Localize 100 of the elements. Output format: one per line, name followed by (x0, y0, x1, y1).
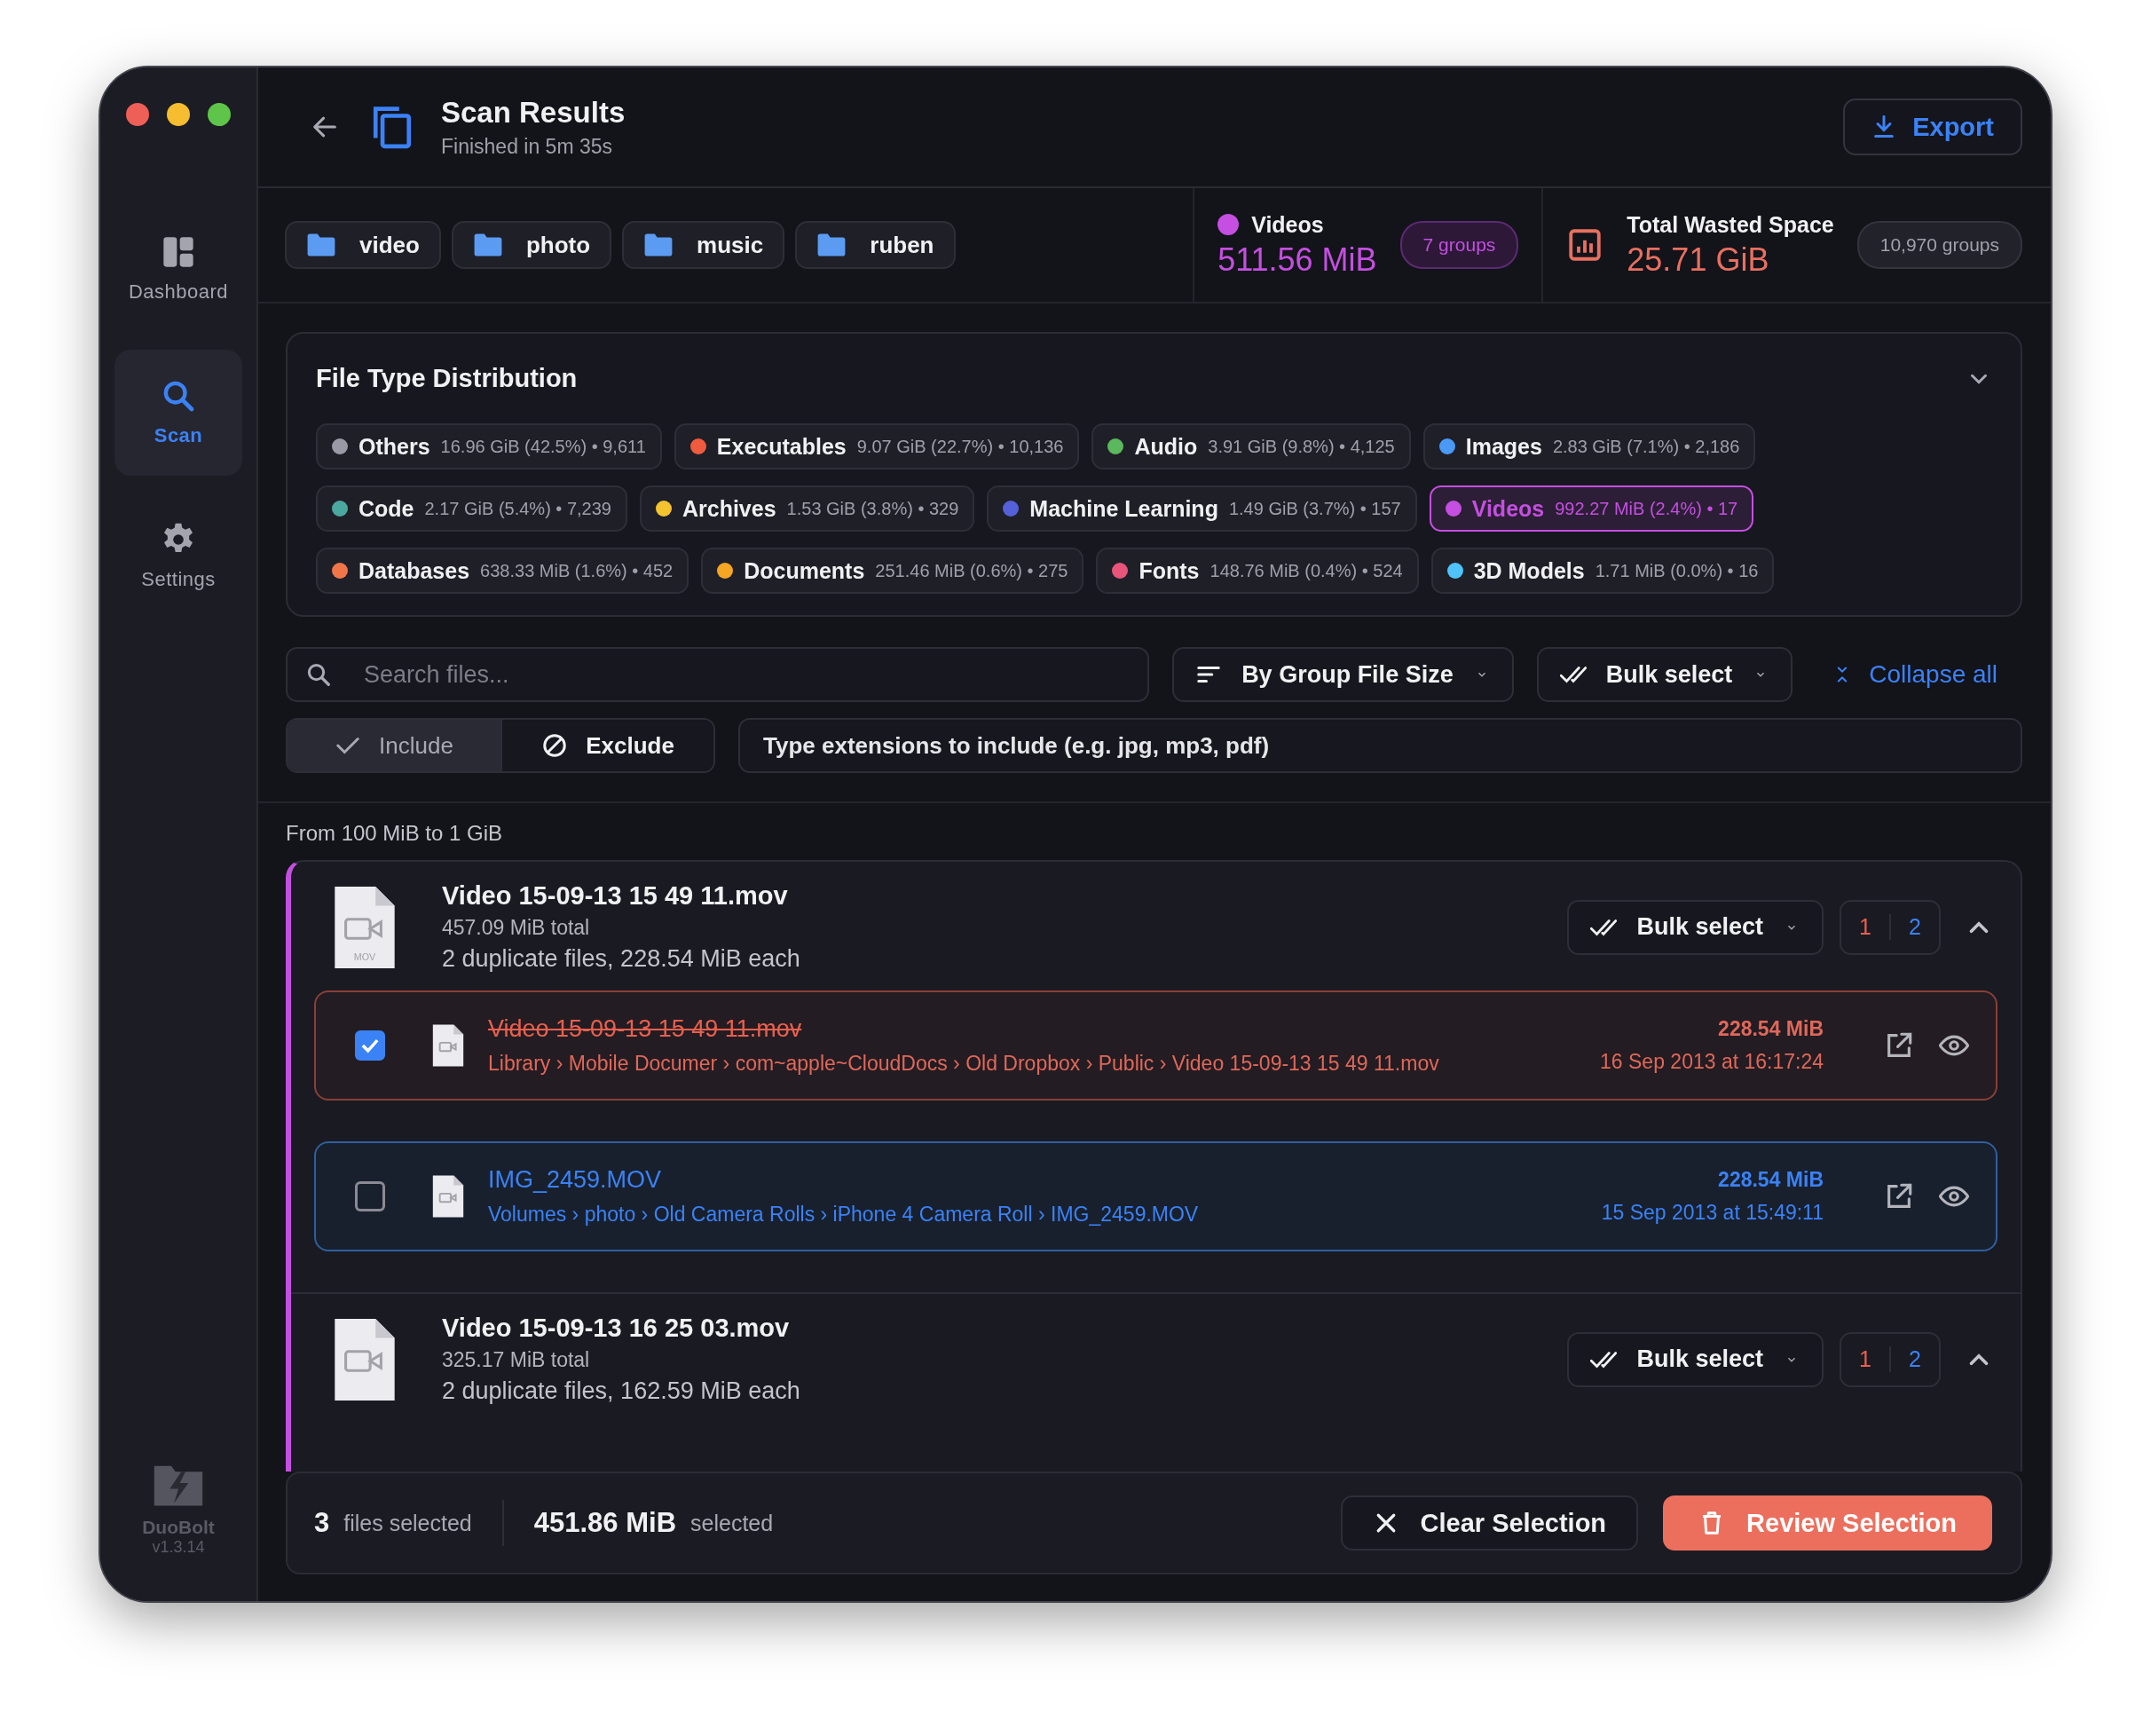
counter-number: 1 (1858, 1346, 1872, 1372)
group-total-size: 325.17 MiB total (442, 1348, 591, 1372)
selected-size-label: selected (690, 1510, 774, 1536)
sidebar-item[interactable]: Settings (114, 493, 242, 619)
counter-number: 2 (1889, 1346, 1939, 1372)
type-stats: 3.91 GiB (9.8%) • 4,125 (1208, 436, 1395, 457)
search-field[interactable]: Search files... (286, 647, 1150, 702)
video-file-icon (431, 1023, 465, 1068)
clear-selection-button[interactable]: Clear Selection (1340, 1495, 1639, 1551)
sidebar-item[interactable]: Dashboard (114, 206, 242, 332)
type-name: Images (1465, 433, 1542, 460)
sort-dropdown[interactable]: By Group File Size (1172, 647, 1514, 702)
bulk-select-dropdown[interactable]: Bulk select (1536, 647, 1793, 702)
type-name: Videos (1471, 495, 1545, 522)
duplicate-file-row[interactable]: Video 15-09-13 15 49 11.mov Library › Mobile Documer › com~apple~CloudDocs › Old Dropbox › Public › Video 15-09-13 15 49 11.mov 228.54 MiB 16 Sep 2013 at 16:17:24 (314, 990, 1997, 1101)
bulk-select-dropdown[interactable]: Bulk select (1567, 1331, 1824, 1387)
group-summary: 2 duplicate files, 228.54 MiB each (442, 945, 800, 973)
folder-chip[interactable]: ruben (795, 221, 956, 269)
file-type-chip[interactable]: Code 2.17 GiB (5.4%) • 7,239 (316, 485, 627, 532)
file-date: 15 Sep 2013 at 15:49:11 (1601, 1201, 1824, 1225)
type-stats: 992.27 MiB (2.4%) • 17 (1555, 498, 1738, 519)
type-name: Executables (716, 433, 847, 460)
selected-count: 3 (314, 1507, 330, 1539)
collapse-all-button[interactable]: Collapse all (1816, 660, 2022, 689)
extensions-field[interactable]: Type extensions to include (e.g. jpg, mp3, pdf) (738, 718, 2022, 773)
duplicate-file-row[interactable]: IMG_2459.MOV Volumes › photo › Old Camera Rolls › iPhone 4 Camera Roll › IMG_2459.MOV 228.54 MiB 15 Sep 2013 at 15:49:11 (314, 1141, 1997, 1251)
type-name: 3D Models (1473, 557, 1585, 584)
type-name: Archives (682, 495, 776, 522)
type-stats: 638.33 MiB (1.6%) • 452 (480, 560, 674, 581)
type-stats: 16.96 GiB (42.5%) • 9,611 (440, 436, 646, 457)
app-name: DuoBolt (142, 1517, 215, 1538)
folder-chip[interactable]: photo (451, 221, 612, 269)
type-stats: 251.46 MiB (0.6%) • 275 (875, 560, 1068, 581)
dashboard-icon (161, 234, 196, 270)
file-path: Library › Mobile Documer › com~apple~CloudDocs › Old Dropbox › Public › Video 15-09-13 15 49 11.mov (488, 1052, 1439, 1076)
selected-type-label: Videos (1251, 211, 1324, 238)
groups-badge: 7 groups (1399, 221, 1519, 269)
folder-icon (816, 233, 847, 257)
file-type-chip[interactable]: Documents 251.46 MiB (0.6%) • 275 (701, 548, 1084, 594)
group-total-size: 457.09 MiB total (442, 916, 591, 940)
file-type-chip[interactable]: 3D Models 1.71 MiB (0.0%) • 16 (1430, 548, 1775, 594)
type-stats: 1.49 GiB (3.7%) • 157 (1228, 498, 1401, 519)
file-type-chip[interactable]: Databases 638.33 MiB (1.6%) • 452 (316, 548, 689, 594)
bulk-select-dropdown[interactable]: Bulk select (1567, 899, 1824, 955)
file-checkbox[interactable] (355, 1181, 385, 1211)
file-date: 16 Sep 2013 at 16:17:24 (1600, 1050, 1824, 1074)
counter-number: 2 (1889, 914, 1939, 940)
folder-icon (306, 233, 336, 257)
file-checkbox[interactable] (355, 1030, 385, 1061)
type-name: Machine Learning (1029, 495, 1218, 522)
file-size: 228.54 MiB (1718, 1168, 1824, 1192)
counter-number: 1 (1858, 914, 1872, 940)
folder-chip[interactable]: music (622, 221, 785, 269)
file-type-chip[interactable]: Videos 992.27 MiB (2.4%) • 17 (1429, 485, 1754, 532)
selected-size: 451.86 MiB (533, 1507, 677, 1539)
group-summary: 2 duplicate files, 162.59 MiB each (442, 1377, 800, 1405)
app-version: v1.3.14 (152, 1538, 205, 1557)
type-stats: 2.83 GiB (7.1%) • 2,186 (1552, 436, 1740, 457)
total-wasted-label: Total Wasted Space (1627, 211, 1834, 238)
export-button[interactable]: Export (1843, 99, 2022, 155)
window-title: Scan Results (441, 95, 626, 130)
file-type-chip[interactable]: Executables 9.07 GiB (22.7%) • 10,136 (674, 423, 1080, 470)
file-type-chip[interactable]: Others 16.96 GiB (42.5%) • 9,611 (316, 423, 662, 470)
type-name: Audio (1134, 433, 1198, 460)
file-type-chip[interactable]: Fonts 148.76 MiB (0.4%) • 524 (1096, 548, 1419, 594)
file-name[interactable]: Video 15-09-13 15 49 11.mov (488, 1015, 1439, 1043)
folder-icon (472, 233, 503, 257)
file-type-chip[interactable]: Machine Learning 1.49 GiB (3.7%) • 157 (987, 485, 1417, 532)
minimize-window-button[interactable] (167, 103, 190, 126)
search-icon (305, 661, 332, 688)
type-stats: 1.53 GiB (3.8%) • 329 (786, 498, 959, 519)
scan-duration: Finished in 5m 35s (441, 134, 614, 159)
selected-type-size: 511.56 MiB (1217, 241, 1377, 279)
folder-chip[interactable]: video (285, 221, 441, 269)
type-name: Databases (358, 557, 470, 584)
type-name: Code (358, 495, 414, 522)
prohibited-icon (541, 732, 569, 759)
filter-mode-tab[interactable]: Exclude (500, 720, 713, 771)
group-file-name: Video 15-09-13 15 49 11.mov (442, 881, 789, 911)
sidebar-item[interactable]: Scan (114, 350, 242, 476)
folder-icon (643, 233, 674, 257)
type-stats: 148.76 MiB (0.4%) • 524 (1209, 560, 1403, 581)
zoom-window-button[interactable] (208, 103, 231, 126)
file-type-chip[interactable]: Audio 3.91 GiB (9.8%) • 4,125 (1091, 423, 1411, 470)
type-stats: 1.71 MiB (0.0%) • 16 (1595, 560, 1759, 581)
type-stats: 2.17 GiB (5.4%) • 7,239 (424, 498, 611, 519)
file-name[interactable]: IMG_2459.MOV (488, 1166, 1199, 1194)
selected-count-label: files selected (343, 1510, 472, 1536)
total-wasted-size: 25.71 GiB (1627, 241, 1770, 279)
type-stats: 9.07 GiB (22.7%) • 10,136 (856, 436, 1064, 457)
type-name: Fonts (1139, 557, 1200, 584)
file-size: 228.54 MiB (1718, 1017, 1824, 1041)
file-type-chip[interactable]: Archives 1.53 GiB (3.8%) • 329 (639, 485, 975, 532)
section-title: File Type Distribution (316, 364, 578, 393)
file-type-chip[interactable]: Images 2.83 GiB (7.1%) • 2,186 (1422, 423, 1756, 470)
type-name: Others (358, 433, 430, 460)
close-window-button[interactable] (126, 103, 149, 126)
filter-mode-tab[interactable]: Include (288, 720, 500, 771)
video-file-icon (431, 1174, 465, 1219)
total-groups-badge: 10,970 groups (1856, 221, 2022, 269)
